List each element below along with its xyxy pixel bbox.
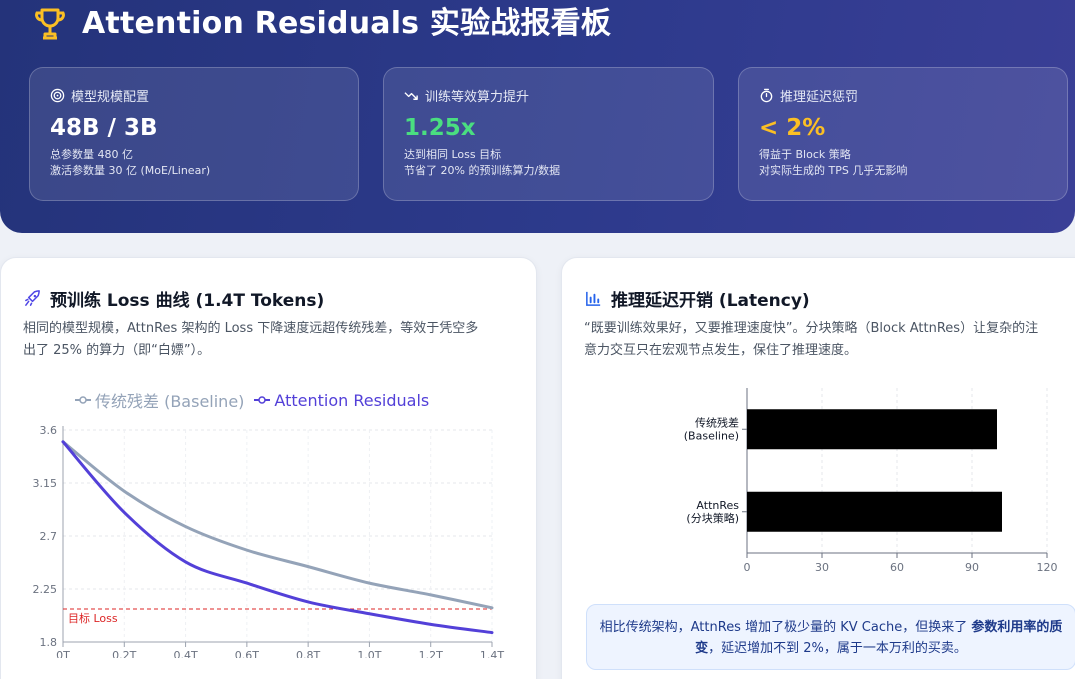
y-tick-label: 3.15 bbox=[33, 477, 58, 490]
data-point bbox=[306, 565, 310, 568]
data-point bbox=[490, 606, 494, 610]
y-tick-label: 3.6 bbox=[40, 424, 58, 437]
stat-label: 训练等效算力提升 bbox=[425, 90, 530, 105]
data-point bbox=[368, 612, 371, 615]
y-tick-label: AttnRes bbox=[696, 499, 739, 512]
x-tick-label: 120 bbox=[1037, 561, 1058, 574]
stat-card-model-size: 模型规模配置 48B / 3B 总参数量 480 亿 激活参数量 30 亿 (M… bbox=[29, 67, 359, 201]
bar bbox=[747, 409, 997, 450]
data-point bbox=[429, 623, 432, 626]
page-title: Attention Residuals 实验战报看板 bbox=[82, 6, 612, 41]
x-tick-label: 0.2T bbox=[112, 649, 136, 658]
latency-bar-chart: 0 30 60 90 120 传统残差(Baseline) AttnRes(分块策略) bbox=[684, 388, 1058, 574]
stat-label: 推理延迟惩罚 bbox=[780, 90, 859, 105]
stat-value: 1.25x bbox=[404, 115, 476, 141]
data-point bbox=[61, 440, 65, 443]
stat-detail-2: 激活参数量 30 亿 (MoE/Linear) bbox=[50, 164, 211, 177]
stat-detail-2: 节省了 20% 的预训练算力/数据 bbox=[404, 164, 561, 177]
x-tick-label: 90 bbox=[965, 561, 979, 574]
trend-icon bbox=[404, 92, 418, 100]
series-line-1 bbox=[61, 440, 494, 635]
y-tick-label: (分块策略) bbox=[686, 511, 739, 525]
y-tick-label: (Baseline) bbox=[684, 429, 739, 442]
data-point bbox=[184, 525, 187, 528]
legend-label: Attention Residuals bbox=[274, 390, 430, 410]
y-tick-label: 1.8 bbox=[40, 636, 58, 649]
series-line-0 bbox=[61, 440, 494, 610]
insight-note: 相比传统架构，AttnRes 增加了极少量的 KV Cache，但换来了 参数利… bbox=[586, 604, 1075, 670]
data-point bbox=[429, 593, 432, 597]
trophy-icon bbox=[35, 8, 65, 40]
x-tick-label: 1.2T bbox=[419, 649, 443, 658]
data-point bbox=[123, 511, 126, 514]
target-loss-label: 目标 Loss bbox=[68, 611, 118, 625]
target-icon bbox=[50, 88, 65, 103]
stat-card-compute: 训练等效算力提升 1.25x 达到相同 Loss 目标 节省了 20% 的预训练… bbox=[383, 67, 714, 201]
x-tick-label: 1.4T bbox=[480, 649, 504, 658]
x-tick-label: 30 bbox=[815, 561, 829, 574]
data-point bbox=[123, 490, 126, 493]
data-point bbox=[306, 600, 310, 604]
stat-value: < 2% bbox=[759, 115, 826, 141]
y-tick-label: 2.7 bbox=[40, 530, 58, 543]
rocket-icon bbox=[25, 290, 40, 306]
stat-detail-2: 对实际生成的 TPS 几乎无影响 bbox=[759, 164, 908, 177]
stat-detail-1: 得益于 Block 策略 bbox=[759, 148, 851, 161]
y-tick-label: 传统残差 bbox=[695, 415, 739, 429]
data-point bbox=[245, 548, 249, 552]
x-tick-label: 0 bbox=[744, 561, 751, 574]
stopwatch-icon bbox=[760, 88, 773, 103]
card-description: “既要训练效果好，又要推理速度快”。分块策略（Block AttnRes）让复杂… bbox=[584, 321, 1039, 358]
card-title: 预训练 Loss 曲线 (1.4T Tokens) bbox=[50, 291, 325, 311]
card-description: 相同的模型规模，AttnRes 架构的 Loss 下降速度远超传统残差，等效于凭… bbox=[23, 321, 479, 358]
bar-chart-icon bbox=[586, 291, 601, 306]
stat-detail-1: 达到相同 Loss 目标 bbox=[404, 148, 502, 161]
x-tick-label: 0.4T bbox=[173, 649, 197, 658]
data-point bbox=[490, 631, 494, 634]
data-point bbox=[184, 560, 187, 564]
loss-line-chart: 1.8 2.25 2.7 3.15 3.6 0T 0.2T 0.4T 0.6T 0.8T 1.0T 1… bbox=[33, 424, 505, 658]
x-tick-label: 0.8T bbox=[296, 649, 320, 658]
card-title: 推理延迟开销 (Latency) bbox=[611, 291, 810, 311]
stat-value: 48B / 3B bbox=[50, 115, 158, 141]
header-banner: Attention Residuals 实验战报看板 模型规模配置 48B / … bbox=[0, 0, 1075, 233]
y-tick-label: 2.25 bbox=[33, 583, 58, 596]
bar bbox=[747, 491, 1002, 532]
stat-card-latency: 推理延迟惩罚 < 2% 得益于 Block 策略 对实际生成的 TPS 几乎无影… bbox=[738, 67, 1068, 201]
data-point bbox=[368, 581, 371, 585]
x-tick-label: 1.0T bbox=[357, 649, 381, 658]
latency-card: 推理延迟开销 (Latency) “既要训练效果好，又要推理速度快”。分块策略（… bbox=[561, 257, 1075, 679]
x-tick-label: 0T bbox=[56, 649, 70, 658]
stat-detail-1: 总参数量 480 亿 bbox=[50, 148, 133, 161]
x-tick-label: 0.6T bbox=[235, 649, 259, 658]
stat-label: 模型规模配置 bbox=[71, 90, 150, 105]
x-tick-label: 60 bbox=[890, 561, 904, 574]
loss-curve-card: 预训练 Loss 曲线 (1.4T Tokens) 相同的模型规模，AttnRe… bbox=[0, 257, 537, 679]
data-point bbox=[245, 581, 249, 585]
header-title-group: Attention Residuals 实验战报看板 bbox=[30, 2, 611, 46]
